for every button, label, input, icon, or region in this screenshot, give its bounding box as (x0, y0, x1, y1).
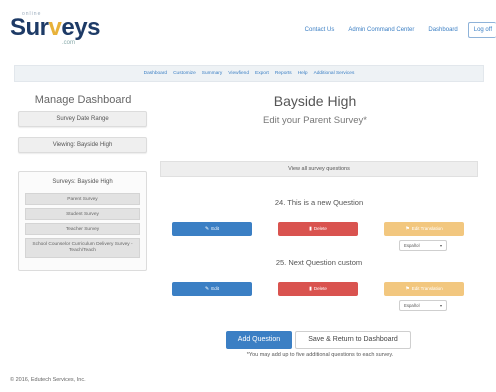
logo-wordmark: Surveys (10, 14, 100, 41)
log-off-button[interactable]: Log off (467, 22, 496, 38)
chevron-down-icon: ▾ (439, 303, 442, 308)
survey-item-teacher[interactable]: Teacher Survey (25, 223, 140, 235)
school-title: Bayside High (273, 93, 357, 109)
language-select[interactable]: Español ▾ (399, 300, 447, 311)
edit-translation-button[interactable]: ⚑ Edit Translation (384, 282, 464, 296)
survey-item-parent[interactable]: Parent Survey (25, 193, 140, 205)
dashboard-link[interactable]: Dashboard (428, 27, 457, 33)
edit-translation-button[interactable]: ⚑ Edit Translation (384, 222, 464, 236)
nav-help[interactable]: Help (298, 71, 308, 76)
trash-icon: ▮ (309, 286, 312, 292)
logo-top-text: online (22, 11, 42, 17)
logo-sub-text: .com (62, 40, 76, 46)
admin-command-center-link[interactable]: Admin Command Center (348, 27, 414, 33)
pencil-icon: ✎ (205, 226, 210, 232)
nav-additional-services[interactable]: Additional Services (314, 71, 355, 76)
survey-item-student[interactable]: Student Survey (25, 208, 140, 220)
viewing-school-button[interactable]: Viewing: Bayside High (18, 137, 147, 153)
top-nav: Contact Us Admin Command Center Dashboar… (291, 22, 496, 38)
survey-date-range-button[interactable]: Survey Date Range (18, 111, 147, 127)
language-select[interactable]: Español ▾ (399, 240, 447, 251)
nav-summary[interactable]: Summary (202, 71, 223, 76)
surveys-logo[interactable]: online Surveys .com (10, 11, 100, 54)
nav-reports[interactable]: Reports (275, 71, 292, 76)
flag-icon: ⚑ (405, 286, 410, 292)
questions-limit-note: *You may add up to five additional quest… (246, 352, 394, 358)
footer-copyright: © 2016, Edutech Services, Inc. (10, 377, 86, 383)
pencil-icon: ✎ (205, 286, 210, 292)
question-text: 24. This is a new Question (274, 198, 364, 207)
surveys-panel: Surveys: Bayside High Parent Survey Stud… (18, 171, 147, 271)
add-question-button[interactable]: Add Question (226, 331, 292, 349)
edit-button[interactable]: ✎ Edit (172, 282, 252, 296)
contact-us-link[interactable]: Contact Us (305, 27, 335, 33)
main-nav: Dashboard Customize Summary Viewfiend Ex… (14, 65, 484, 82)
survey-item-counselor[interactable]: School Counselor Curriculum Delivery Sur… (25, 238, 140, 258)
sidebar-title: Manage Dashboard (34, 94, 132, 106)
surveys-panel-header: Surveys: Bayside High (52, 179, 113, 185)
chevron-down-icon: ▾ (439, 243, 442, 248)
nav-viewfiend[interactable]: Viewfiend (228, 71, 249, 76)
edit-button[interactable]: ✎ Edit (172, 222, 252, 236)
trash-icon: ▮ (309, 226, 312, 232)
delete-button[interactable]: ▮ Delete (278, 282, 358, 296)
flag-icon: ⚑ (405, 226, 410, 232)
save-return-dashboard-button[interactable]: Save & Return to Dashboard (295, 331, 411, 349)
question-text: 25. Next Question custom (275, 258, 363, 267)
nav-customize[interactable]: Customize (173, 71, 196, 76)
delete-button[interactable]: ▮ Delete (278, 222, 358, 236)
view-all-questions-button[interactable]: View all survey questions (160, 161, 478, 177)
page-subtitle: Edit your Parent Survey* (262, 115, 368, 126)
nav-dashboard[interactable]: Dashboard (144, 71, 167, 76)
nav-export[interactable]: Export (255, 71, 269, 76)
